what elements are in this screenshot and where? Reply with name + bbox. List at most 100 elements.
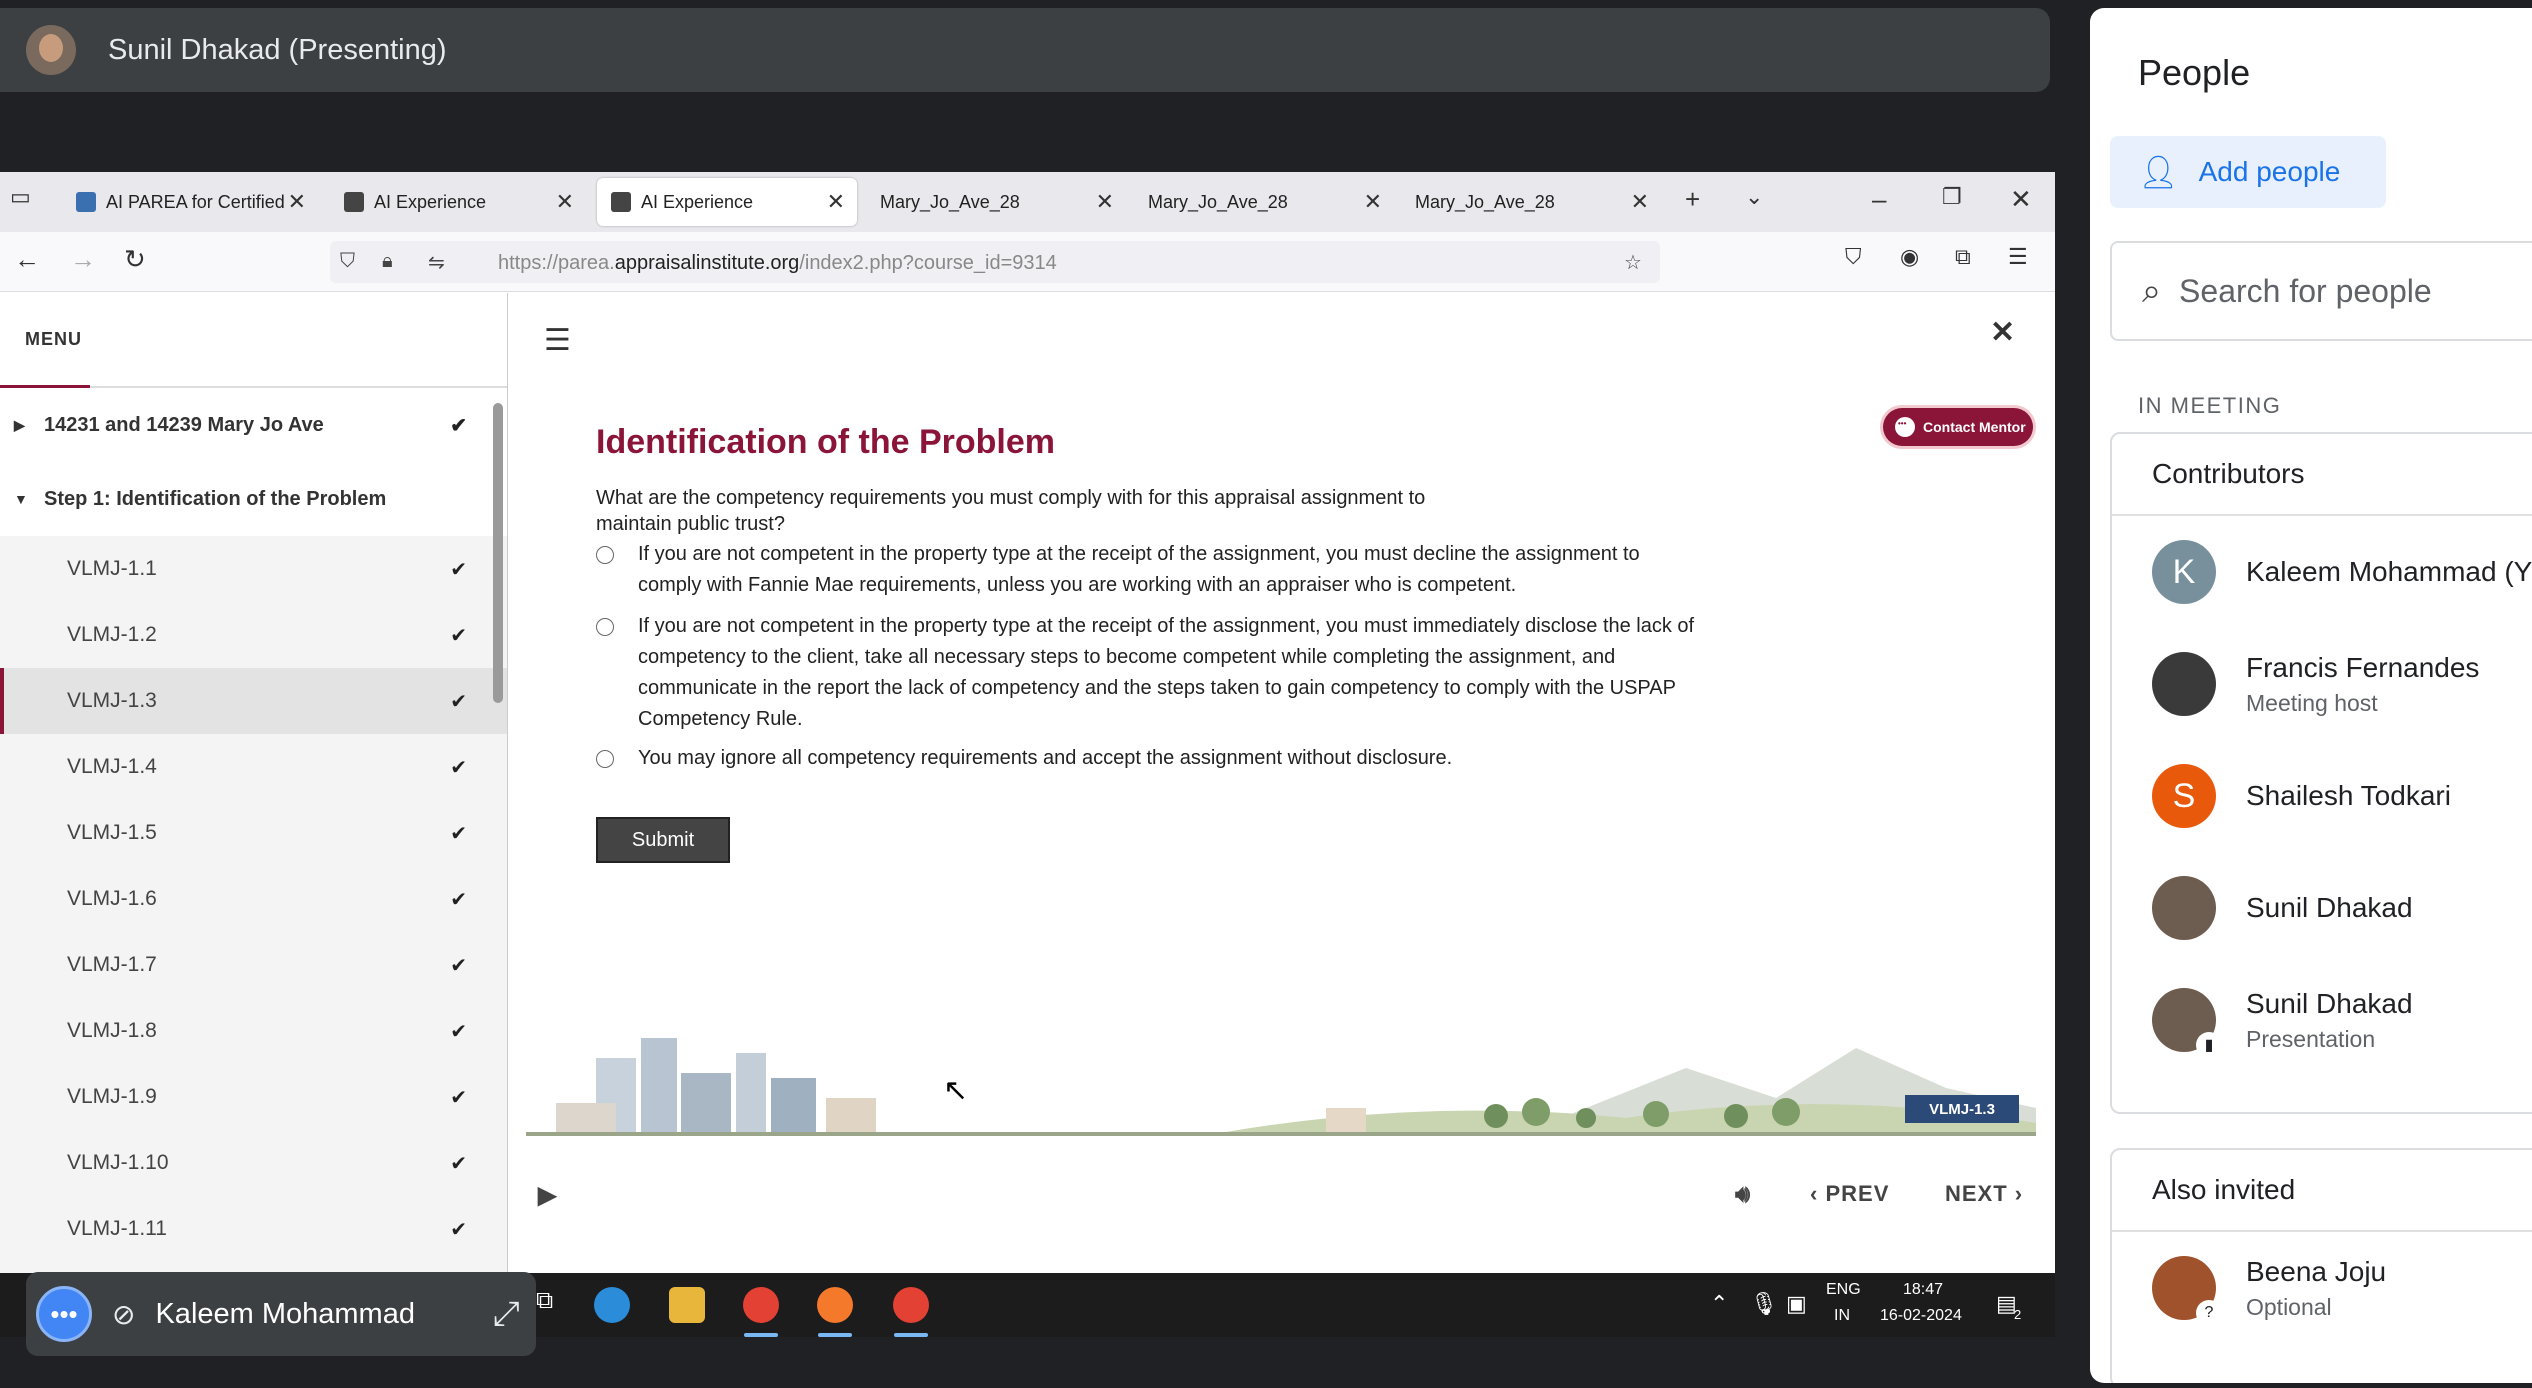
sidebar-scrollbar[interactable]: [493, 403, 503, 703]
window-close-icon[interactable]: ✕: [2010, 184, 2032, 215]
edge-icon[interactable]: [594, 1287, 630, 1323]
close-icon[interactable]: ✕: [1364, 189, 1382, 215]
sidebar-item-vlmj-1-9[interactable]: VLMJ-1.9 ✔: [0, 1064, 507, 1130]
contributors-label: Contributors: [2152, 458, 2305, 489]
pocket-icon[interactable]: ⛉: [1845, 244, 1862, 270]
check-icon: ✔: [450, 954, 467, 977]
section-mary-jo-ave[interactable]: ▶ 14231 and 14239 Mary Jo Ave ✔: [0, 388, 507, 462]
file-explorer-icon[interactable]: [669, 1287, 705, 1323]
tab-mary-jo-1[interactable]: Mary_Jo_Ave_28 ✕: [866, 178, 1126, 226]
close-icon[interactable]: ✕: [1096, 189, 1114, 215]
participant-row[interactable]: K Kaleem Mohammad (Y: [2112, 516, 2532, 628]
bookmark-star-icon[interactable]: ☆: [1624, 250, 1642, 275]
language-bottom[interactable]: IN: [1834, 1307, 1850, 1325]
firefox-icon[interactable]: [817, 1287, 853, 1323]
also-invited-card: Also invited ? Beena Joju Optional: [2110, 1148, 2532, 1383]
tab-ai-experience-1[interactable]: AI Experience ✕: [330, 178, 586, 226]
url-text[interactable]: https://parea.appraisalinstitute.org/ind…: [498, 252, 1057, 275]
sidebar-item-vlmj-1-11[interactable]: VLMJ-1.11 ✔: [0, 1196, 507, 1262]
clock-time[interactable]: 18:47: [1903, 1281, 1943, 1299]
new-tab-icon[interactable]: +: [1685, 184, 1700, 215]
close-icon[interactable]: ✕: [827, 189, 845, 215]
answer-option-3[interactable]: You may ignore all competency requiremen…: [596, 743, 1696, 774]
back-icon[interactable]: ←: [14, 244, 40, 275]
display-icon[interactable]: ▣: [1786, 1291, 1807, 1317]
radio-button[interactable]: [596, 546, 614, 564]
section-step-1[interactable]: ▼ Step 1: Identification of the Problem: [0, 462, 507, 536]
contact-mentor-button[interactable]: Contact Mentor: [1883, 408, 2033, 446]
answer-option-2[interactable]: If you are not competent in the property…: [596, 611, 1696, 735]
in-meeting-heading: IN MEETING: [2138, 393, 2282, 418]
people-search-input[interactable]: ⌕ Search for people: [2110, 241, 2532, 341]
sidebar-item-vlmj-1-1[interactable]: VLMJ-1.1 ✔: [0, 536, 507, 602]
sidebar-item-vlmj-1-4[interactable]: VLMJ-1.4 ✔: [0, 734, 507, 800]
unknown-status-icon: ?: [2196, 1300, 2222, 1326]
caret-down-icon: ▼: [14, 491, 28, 507]
sidebar-item-vlmj-1-10[interactable]: VLMJ-1.10 ✔: [0, 1130, 507, 1196]
close-icon[interactable]: ✕: [1631, 189, 1649, 215]
sidebar-item-vlmj-1-3[interactable]: VLMJ-1.3 ✔: [0, 668, 507, 734]
invitee-row[interactable]: ? Beena Joju Optional: [2112, 1232, 2532, 1344]
more-options-button[interactable]: •••: [36, 1286, 92, 1342]
participant-role: Presentation: [2246, 1025, 2376, 1052]
close-icon[interactable]: ✕: [288, 189, 306, 215]
language-top[interactable]: ENG: [1826, 1281, 1861, 1299]
restore-icon[interactable]: ❐: [1942, 184, 1962, 210]
add-people-button[interactable]: 👤︎ Add people: [2110, 136, 2386, 208]
participant-row[interactable]: Sunil Dhakad: [2112, 852, 2532, 964]
chrome-profile-icon[interactable]: [893, 1287, 929, 1323]
address-bar[interactable]: ⛉ 🔒︎ ⇋ https://parea.appraisalinstitute.…: [330, 241, 1660, 283]
sidebar-item-vlmj-1-2[interactable]: VLMJ-1.2 ✔: [0, 602, 507, 668]
tab-label: Mary_Jo_Ave_28: [1148, 191, 1288, 212]
lock-icon[interactable]: 🔒︎: [382, 250, 393, 273]
notification-count: 2: [2014, 1307, 2022, 1322]
play-icon[interactable]: ▶: [538, 1181, 557, 1210]
task-view-icon[interactable]: ⧉: [536, 1287, 572, 1323]
radio-button[interactable]: [596, 618, 614, 636]
tab-ai-experience-active[interactable]: AI Experience ✕: [597, 178, 857, 226]
expand-icon[interactable]: ⤢: [493, 1295, 520, 1334]
question-text: What are the competency requirements you…: [596, 487, 1426, 535]
chrome-icon[interactable]: [743, 1287, 779, 1323]
permissions-icon[interactable]: ⇋: [428, 250, 445, 275]
radio-button[interactable]: [596, 750, 614, 768]
submit-button[interactable]: Submit: [596, 817, 730, 863]
tab-list-chevron-icon[interactable]: ⌄: [1745, 184, 1763, 210]
sidebar-item-vlmj-1-7[interactable]: VLMJ-1.7 ✔: [0, 932, 507, 998]
account-icon[interactable]: ◉: [1900, 244, 1919, 270]
volume-icon[interactable]: 🔊︎: [1735, 1181, 1751, 1209]
close-lesson-icon[interactable]: ✕: [1990, 315, 2015, 350]
clock-date[interactable]: 16-02-2024: [1880, 1307, 1962, 1325]
tray-chevron-icon[interactable]: ⌃: [1710, 1291, 1728, 1317]
reload-icon[interactable]: ↻: [124, 244, 146, 275]
participant-row[interactable]: S Shailesh Todkari: [2112, 740, 2532, 852]
tab-mary-jo-3[interactable]: Mary_Jo_Ave_28 ✕: [1401, 178, 1661, 226]
app-menu-icon[interactable]: ☰: [2008, 244, 2028, 270]
tab-mary-jo-2[interactable]: Mary_Jo_Ave_28 ✕: [1134, 178, 1394, 226]
answer-option-1[interactable]: If you are not competent in the property…: [596, 539, 1696, 601]
avatar: ?: [2152, 1256, 2222, 1326]
contributors-header[interactable]: Contributors: [2112, 434, 2532, 516]
prev-button[interactable]: ‹ PREV: [1810, 1181, 1889, 1207]
hamburger-menu-icon[interactable]: ☰: [544, 323, 571, 358]
cityscape-illustration: [526, 1038, 2036, 1136]
participant-row[interactable]: Francis Fernandes Meeting host: [2112, 628, 2532, 740]
check-icon: ✔: [450, 1086, 467, 1109]
sidebar-item-vlmj-1-8[interactable]: VLMJ-1.8 ✔: [0, 998, 507, 1064]
shield-icon[interactable]: ⛉: [340, 250, 355, 273]
extensions-icon[interactable]: ⧉: [1955, 244, 1971, 270]
close-icon[interactable]: ✕: [556, 189, 574, 215]
item-label: VLMJ-1.4: [67, 755, 157, 778]
item-label: VLMJ-1.5: [67, 821, 157, 844]
next-button[interactable]: NEXT ›: [1945, 1181, 2023, 1207]
tab-overview-icon[interactable]: ▭: [10, 184, 31, 210]
forward-icon[interactable]: →: [70, 244, 96, 275]
next-label: NEXT: [1945, 1181, 2008, 1206]
minimize-icon[interactable]: –: [1872, 184, 1886, 215]
tab-ai-parea[interactable]: AI PAREA for Certified ✕: [62, 178, 318, 226]
also-invited-header[interactable]: Also invited: [2112, 1150, 2532, 1232]
sidebar-item-vlmj-1-5[interactable]: VLMJ-1.5 ✔: [0, 800, 507, 866]
participant-row[interactable]: ▮ Sunil Dhakad Presentation: [2112, 964, 2532, 1076]
sidebar-item-vlmj-1-6[interactable]: VLMJ-1.6 ✔: [0, 866, 507, 932]
microphone-icon[interactable]: 🎙︎: [1750, 1291, 1778, 1317]
